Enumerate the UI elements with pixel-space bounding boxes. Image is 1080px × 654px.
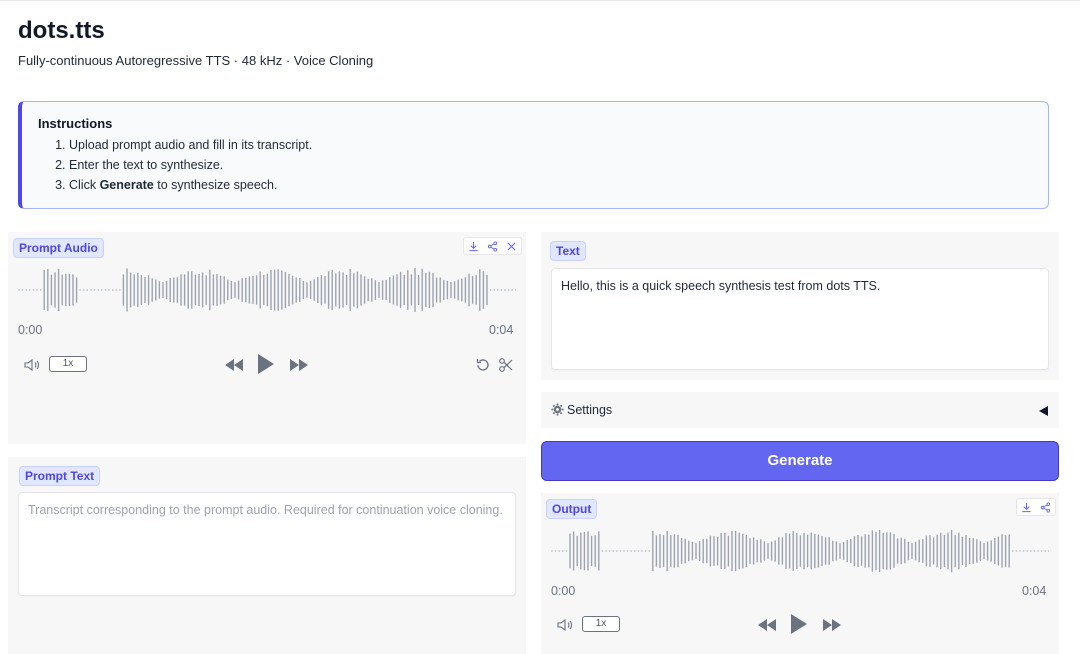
instruction-step: Enter the text to synthesize.	[69, 158, 1032, 172]
playback-speed-button[interactable]: 1x	[49, 356, 87, 372]
page-title: dots.tts	[18, 17, 105, 44]
play-icon[interactable]	[788, 611, 810, 637]
prompt-text-panel: Prompt Text Transcript corresponding to …	[8, 457, 526, 654]
fast-forward-icon[interactable]	[288, 356, 310, 374]
output-toolbar	[1016, 498, 1056, 516]
time-end: 0:04	[1022, 584, 1047, 598]
generate-button[interactable]: Generate	[541, 441, 1059, 481]
trim-scissors-icon[interactable]	[496, 355, 516, 375]
prompt-text-label: Prompt Text	[19, 466, 101, 486]
prompt-audio-panel: Prompt Audio 0:00 0:04 1x	[8, 232, 526, 444]
output-waveform[interactable]	[551, 527, 1049, 575]
playback-speed-button[interactable]: 1x	[582, 616, 620, 632]
download-icon[interactable]	[1017, 499, 1036, 515]
rewind-icon[interactable]	[756, 616, 778, 634]
instruction-step: Click Generate to synthesize speech.	[69, 178, 1032, 192]
audio-toolbar	[463, 237, 522, 255]
fast-forward-icon[interactable]	[821, 616, 843, 634]
prompt-text-input[interactable]: Transcript corresponding to the prompt a…	[18, 492, 516, 596]
download-icon[interactable]	[464, 238, 483, 254]
settings-label: Settings	[567, 403, 613, 417]
prompt-audio-label: Prompt Audio	[13, 238, 104, 258]
reset-icon[interactable]	[473, 355, 493, 375]
instruction-text: to synthesize speech.	[153, 178, 278, 192]
volume-icon[interactable]	[555, 616, 575, 634]
gear-icon	[551, 403, 564, 419]
instructions-box: Instructions Upload prompt audio and fil…	[18, 101, 1049, 209]
text-panel: Text Hello, this is a quick speech synth…	[541, 232, 1059, 380]
output-label: Output	[546, 499, 598, 519]
instruction-bold: Generate	[99, 178, 154, 192]
share-icon[interactable]	[1036, 499, 1055, 515]
instruction-text: Click	[69, 178, 100, 192]
instructions-list: Upload prompt audio and fill in its tran…	[69, 138, 1032, 192]
text-input[interactable]: Hello, this is a quick speech synthesis …	[551, 268, 1049, 370]
text-label: Text	[550, 241, 586, 261]
instructions-heading: Instructions	[38, 116, 113, 131]
triangle-left-icon	[1039, 405, 1048, 419]
time-start: 0:00	[551, 584, 576, 598]
share-icon[interactable]	[483, 238, 502, 254]
rewind-icon[interactable]	[223, 356, 245, 374]
time-start: 0:00	[18, 323, 43, 337]
prompt-waveform[interactable]	[18, 266, 516, 314]
settings-accordion[interactable]: Settings	[541, 392, 1059, 428]
close-icon[interactable]	[502, 238, 521, 254]
time-end: 0:04	[489, 323, 514, 337]
instruction-step: Upload prompt audio and fill in its tran…	[69, 138, 1032, 152]
page-subtitle: Fully-continuous Autoregressive TTS · 48…	[18, 53, 374, 68]
volume-icon[interactable]	[22, 356, 42, 374]
output-panel: Output 0:00 0:04 1x	[541, 493, 1059, 654]
play-icon[interactable]	[255, 351, 277, 377]
